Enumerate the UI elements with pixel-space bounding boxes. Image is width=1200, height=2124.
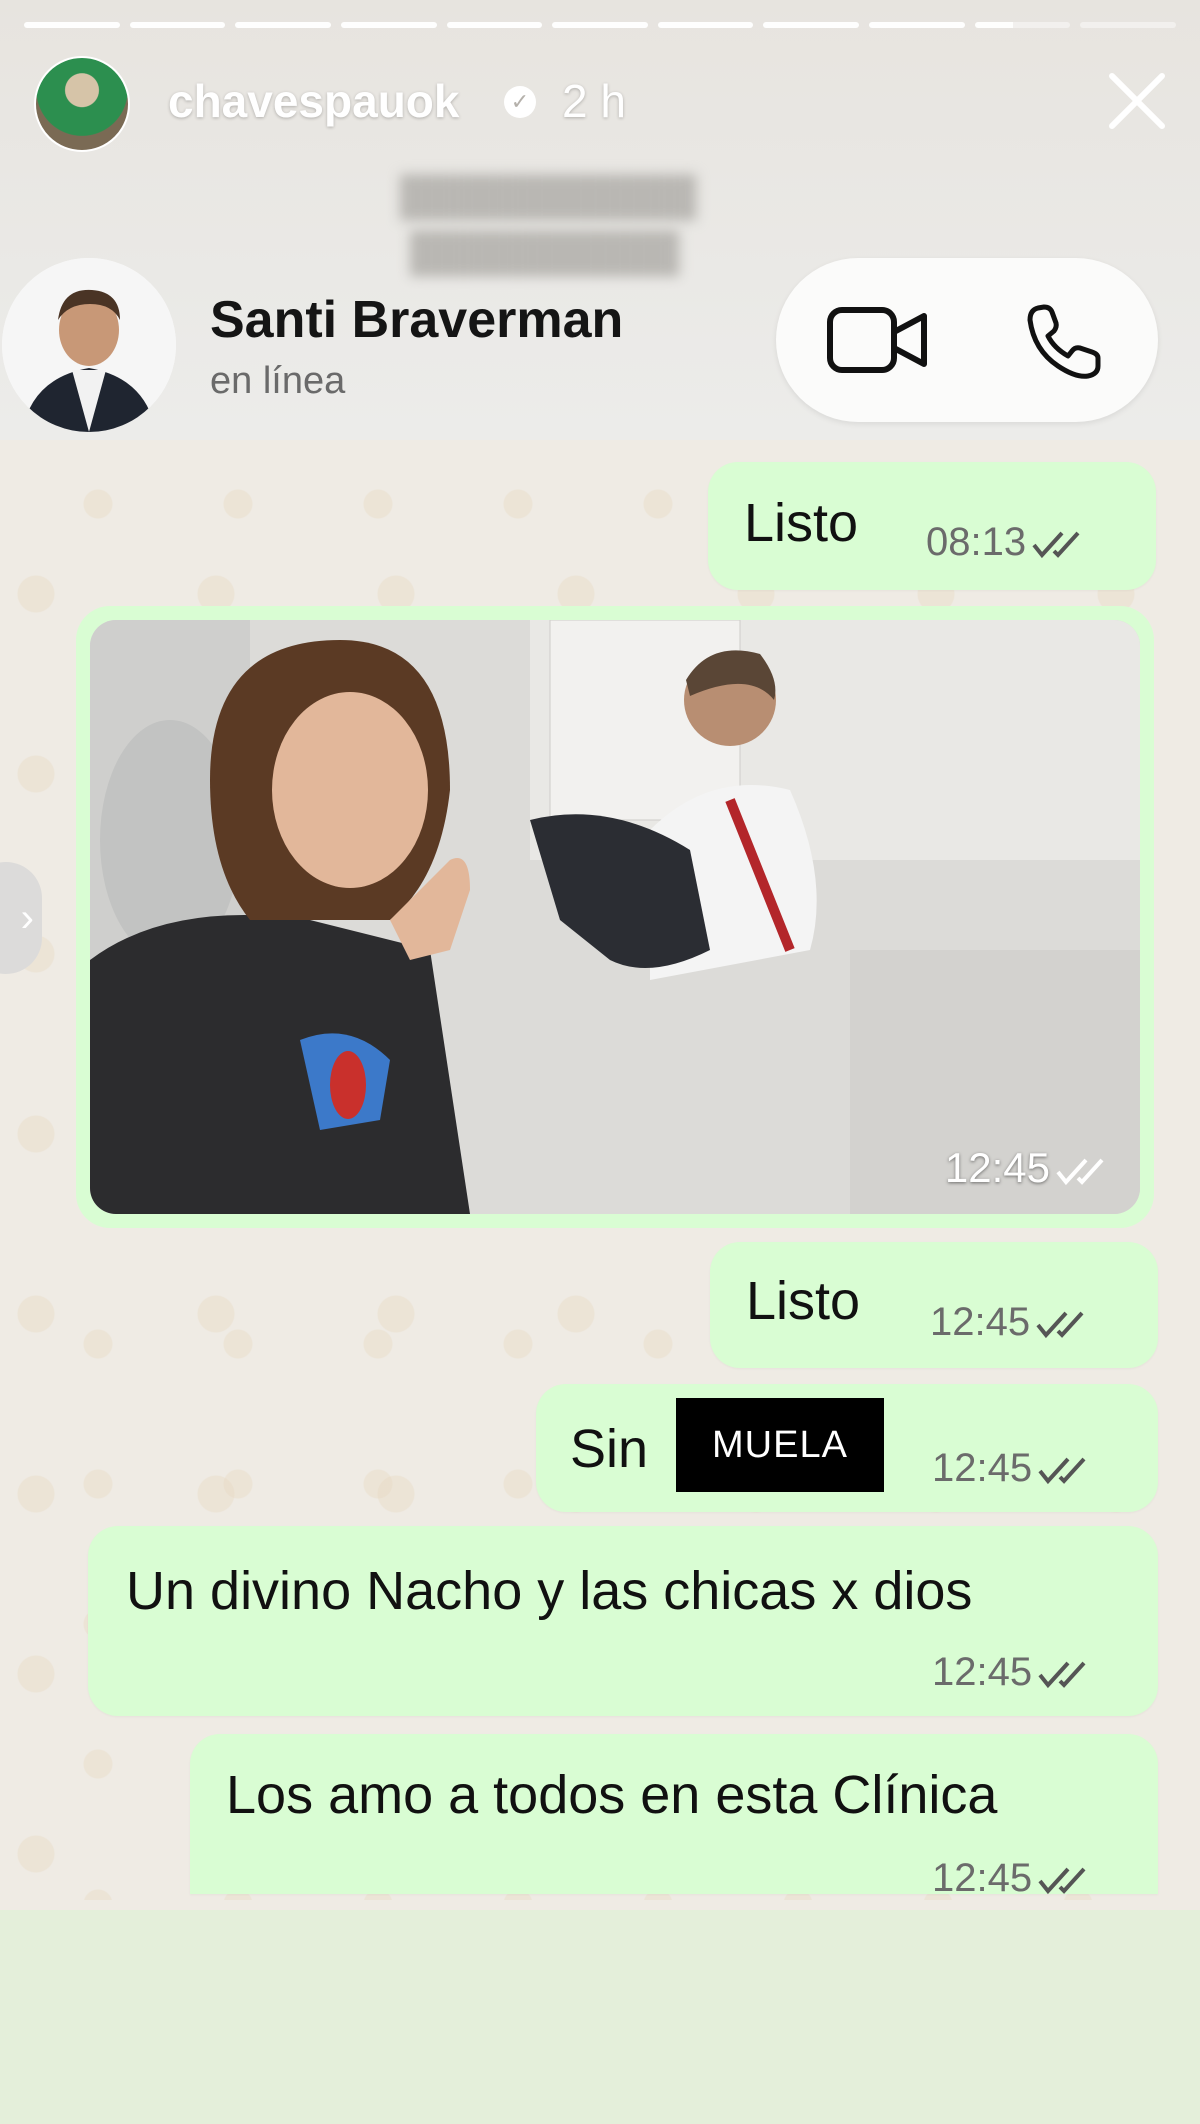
message-time: 08:13 — [926, 520, 1088, 565]
story-progress-bar — [24, 22, 1177, 28]
message-time: 12:45 — [932, 1650, 1094, 1695]
video-call-icon[interactable] — [826, 302, 930, 378]
contact-name[interactable]: Santi Braverman — [210, 290, 623, 350]
progress-segment — [552, 22, 648, 28]
reply-area[interactable] — [0, 1910, 1200, 2124]
photo-image — [90, 620, 1140, 1214]
close-icon[interactable] — [1104, 68, 1170, 134]
message-time: 12:45 — [930, 1300, 1092, 1345]
message-time-text: 12:45 — [944, 1144, 1050, 1191]
progress-segment — [340, 22, 437, 28]
progress-segment — [1080, 22, 1177, 28]
double-check-icon — [1056, 1158, 1104, 1185]
progress-segment — [446, 22, 543, 28]
double-check-icon — [1038, 1868, 1086, 1895]
message-time-text: 12:45 — [932, 1446, 1033, 1490]
double-check-icon — [1036, 1312, 1084, 1339]
message-text: Los amo a todos en esta Clínica — [226, 1765, 998, 1825]
contact-status: en línea — [210, 360, 346, 402]
message-text: Un divino Nacho y las chicas x dios — [126, 1561, 973, 1621]
message-text: Listo — [744, 493, 859, 553]
message-time-text: 12:45 — [932, 1856, 1033, 1900]
message-bubble[interactable]: Los amo a todos en esta Clínica 12:45 — [190, 1734, 1158, 1900]
message-bubble[interactable]: Listo 08:13 — [708, 462, 1156, 590]
story-time: 2 h — [562, 75, 626, 127]
phone-call-icon[interactable] — [1024, 300, 1106, 382]
message-time: 12:45 — [932, 1446, 1094, 1491]
progress-segment — [657, 22, 754, 28]
message-time: 12:45 — [945, 1144, 1112, 1192]
message-time: 12:45 — [932, 1856, 1094, 1901]
person-avatar-icon — [2, 258, 176, 432]
redaction-sticker: MUELA — [676, 1398, 884, 1492]
story-username[interactable]: chavespauok — [168, 74, 459, 128]
progress-segment — [235, 22, 331, 28]
shared-photo[interactable]: 12:45 — [90, 620, 1140, 1214]
message-time-text: 12:45 — [932, 1650, 1033, 1694]
blurred-mention: ██████████ — [410, 232, 680, 274]
progress-segment — [869, 22, 965, 28]
double-check-icon — [1038, 1662, 1086, 1689]
message-text: Listo — [746, 1271, 861, 1331]
message-time-text: 08:13 — [926, 520, 1027, 564]
progress-segment-current — [974, 22, 1071, 28]
contact-avatar[interactable] — [2, 258, 176, 432]
message-bubble[interactable]: Listo 12:45 — [710, 1242, 1158, 1368]
double-check-icon — [1032, 532, 1080, 559]
progress-segment — [129, 22, 226, 28]
blurred-mention: ███████████ — [400, 176, 697, 218]
double-check-icon — [1038, 1458, 1086, 1485]
image-message[interactable]: 12:45 — [76, 606, 1154, 1228]
verified-badge-icon: ✓ — [504, 86, 536, 118]
call-actions — [776, 258, 1158, 422]
message-bubble[interactable]: Un divino Nacho y las chicas x dios 12:4… — [88, 1526, 1158, 1716]
message-text: Sin — [570, 1419, 649, 1479]
message-time-text: 12:45 — [930, 1300, 1031, 1344]
progress-segment — [763, 22, 860, 28]
story-avatar[interactable] — [34, 56, 130, 152]
previous-story-chevron-icon[interactable]: › — [0, 862, 42, 974]
progress-segment — [24, 22, 120, 28]
